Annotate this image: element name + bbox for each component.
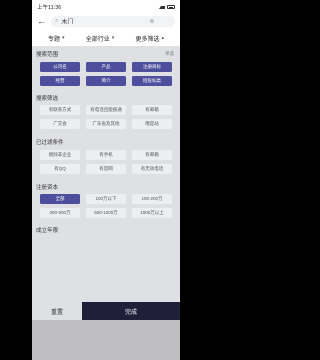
section-title: 搜索范围 bbox=[36, 52, 59, 58]
filter-chip[interactable]: 有邮箱 bbox=[132, 105, 172, 115]
status-bar: 上午11:36 bbox=[32, 0, 180, 13]
search-box[interactable]: ⌕ ⊗ bbox=[51, 15, 175, 27]
section-title: 搜索筛选 bbox=[36, 96, 59, 102]
filter-chip[interactable]: 产品 bbox=[86, 62, 126, 72]
section-hint: 单选 bbox=[165, 51, 174, 56]
filter-panel: 搜索范围 单选 公司名 产品 注册商标 经营 简介 招投标类 搜索筛选 有联系方… bbox=[32, 46, 180, 302]
filter-chip[interactable]: 全部 bbox=[40, 194, 80, 204]
filter-chip[interactable]: 有QQ bbox=[40, 164, 80, 174]
reset-button[interactable]: 重置 bbox=[32, 302, 82, 320]
caret-down-icon: ▾ bbox=[111, 35, 115, 41]
caret-up-icon: ▴ bbox=[161, 35, 164, 41]
filter-chip[interactable]: 有邮箱 bbox=[132, 150, 172, 160]
done-button[interactable]: 完成 bbox=[82, 302, 180, 320]
filter-chip[interactable]: 剔除非企业 bbox=[40, 150, 80, 160]
filter-chip[interactable]: 有官网 bbox=[86, 164, 126, 174]
phone-screen: 上午11:36 ← ⌕ ⊗ 专题 ▾ 全部行业 ▾ 更多筛选 ▴ 搜索范围 单选 bbox=[32, 0, 180, 360]
signal-icon bbox=[159, 5, 165, 9]
filter-chip[interactable]: 有电话且能拨通 bbox=[86, 105, 126, 115]
filter-chip[interactable]: 经营 bbox=[40, 76, 80, 86]
filter-tabs: 专题 ▾ 全部行业 ▾ 更多筛选 ▴ bbox=[32, 31, 180, 45]
section-title: 已过滤条件 bbox=[36, 140, 64, 146]
clear-icon[interactable]: ⊗ bbox=[149, 18, 154, 25]
filter-tab-more[interactable]: 更多筛选 ▴ bbox=[135, 34, 164, 43]
caret-down-icon: ▾ bbox=[62, 35, 65, 41]
search-input[interactable] bbox=[61, 18, 150, 24]
filter-chip[interactable]: 广交会 bbox=[40, 119, 80, 129]
bottom-bar: 重置 完成 bbox=[32, 302, 180, 320]
filter-chip[interactable]: 招投标类 bbox=[132, 76, 172, 86]
filter-tab-label: 更多筛选 bbox=[135, 36, 160, 43]
filter-tab-industry[interactable]: 全部行业 ▾ bbox=[86, 34, 115, 43]
filter-chip[interactable]: 500-1000万 bbox=[86, 208, 126, 218]
section-title: 注册资本 bbox=[36, 185, 59, 191]
battery-icon bbox=[167, 4, 175, 9]
filter-chip[interactable]: 1000万以上 bbox=[132, 208, 172, 218]
filter-tab-topic[interactable]: 专题 ▾ bbox=[48, 34, 65, 43]
filter-chip[interactable]: 300-500万 bbox=[40, 208, 80, 218]
status-time: 上午11:36 bbox=[37, 4, 62, 11]
filter-chip[interactable]: 哦是站 bbox=[132, 119, 172, 129]
filter-chip[interactable]: 100万以下 bbox=[86, 194, 126, 204]
filter-chip[interactable]: 注册商标 bbox=[132, 62, 172, 72]
section-title: 成立年限 bbox=[36, 228, 59, 234]
search-row: ← ⌕ ⊗ bbox=[32, 13, 180, 29]
filter-chip[interactable]: 有手机 bbox=[86, 150, 126, 160]
filter-chip[interactable]: 有联系方式 bbox=[40, 105, 80, 115]
filter-chip[interactable]: 公司名 bbox=[40, 62, 80, 72]
filter-chip[interactable]: 简介 bbox=[86, 76, 126, 86]
status-icons bbox=[159, 4, 175, 9]
filter-chip[interactable]: 有无效电话 bbox=[132, 164, 172, 174]
back-arrow-icon[interactable]: ← bbox=[37, 16, 47, 26]
search-icon: ⌕ bbox=[55, 17, 59, 24]
filter-tab-label: 专题 bbox=[48, 36, 61, 43]
filter-chip[interactable]: 100-200万 bbox=[132, 194, 172, 204]
filter-chip[interactable]: 广东省及其他 bbox=[86, 119, 126, 129]
screen-backdrop bbox=[32, 320, 180, 360]
filter-tab-label: 全部行业 bbox=[85, 36, 110, 43]
